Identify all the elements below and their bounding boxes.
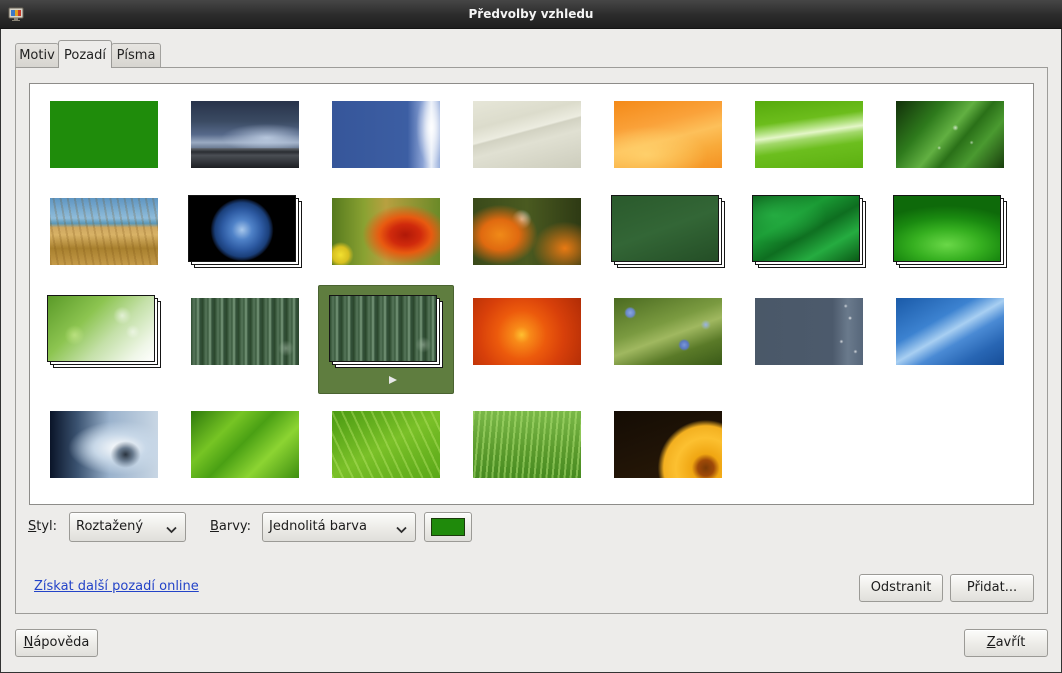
wallpaper-image — [191, 298, 299, 365]
wallpaper-image — [755, 101, 863, 168]
wallpaper-image — [329, 295, 437, 362]
help-button[interactable]: Nápověda — [15, 629, 98, 657]
style-combobox[interactable]: Roztažený — [69, 512, 186, 542]
tab-theme[interactable]: Motiv — [15, 43, 59, 67]
wallpaper-image — [755, 298, 863, 365]
wallpaper-thumbnail[interactable] — [473, 101, 581, 168]
colors-label-text: Barvy: — [210, 519, 252, 534]
get-more-backgrounds-link[interactable]: Získat další pozadí online — [34, 578, 199, 596]
wallpaper-thumbnail[interactable] — [611, 195, 725, 268]
wallpaper-thumbnail[interactable] — [752, 195, 866, 268]
add-button-label: Přidat... — [966, 580, 1018, 595]
wallpaper-thumbnail[interactable] — [896, 298, 1004, 365]
wallpaper-image — [47, 295, 155, 362]
style-label-text: Styl: — [28, 519, 58, 534]
chevron-down-icon — [396, 523, 407, 534]
wallpaper-thumbnail[interactable] — [614, 411, 722, 478]
wallpaper-image — [752, 195, 860, 262]
wallpaper-image — [614, 298, 722, 365]
wallpaper-image — [896, 101, 1004, 168]
wallpaper-thumbnail[interactable] — [473, 298, 581, 365]
wallpaper-image — [614, 101, 722, 168]
wallpaper-image — [473, 298, 581, 365]
wallpaper-thumbnail[interactable] — [188, 195, 302, 268]
wallpaper-thumbnail[interactable] — [896, 101, 1004, 168]
wallpaper-image — [473, 411, 581, 478]
colors-combobox[interactable]: Jednolitá barva — [262, 512, 416, 542]
tab-theme-label: Motiv — [19, 48, 55, 63]
wallpaper-thumbnail[interactable] — [755, 101, 863, 168]
close-button-label: Zavřít — [986, 635, 1026, 650]
close-button[interactable]: Zavřít — [964, 629, 1048, 657]
wallpaper-image — [473, 101, 581, 168]
wallpaper-image — [611, 195, 719, 262]
tab-background-label: Pozadí — [64, 48, 106, 63]
tab-fonts[interactable]: Písma — [111, 43, 161, 67]
wallpaper-thumbnail[interactable] — [893, 195, 1007, 268]
wallpaper-image — [50, 101, 158, 168]
wallpaper-image — [332, 411, 440, 478]
chevron-down-icon — [166, 523, 177, 534]
wallpaper-thumbnail[interactable] — [332, 101, 440, 168]
title-bar[interactable]: Předvolby vzhledu — [0, 0, 1062, 29]
colors-label: Barvy: — [210, 512, 251, 542]
wallpaper-thumbnail[interactable] — [50, 101, 158, 168]
wallpaper-image — [50, 198, 158, 265]
play-icon — [389, 376, 397, 384]
primary-color-button[interactable] — [424, 512, 472, 542]
wallpaper-thumbnail[interactable] — [614, 101, 722, 168]
wallpaper-thumbnail[interactable] — [191, 411, 299, 478]
wallpaper-thumbnail[interactable] — [191, 298, 299, 365]
tab-background[interactable]: Pozadí — [58, 40, 112, 68]
window-title: Předvolby vzhledu — [468, 7, 594, 21]
wallpaper-thumbnail[interactable] — [755, 298, 863, 365]
wallpaper-image — [188, 195, 296, 262]
wallpaper-image — [191, 411, 299, 478]
wallpaper-thumbnail[interactable] — [473, 198, 581, 265]
style-combobox-value: Roztažený — [76, 519, 144, 534]
wallpaper-image — [614, 411, 722, 478]
wallpaper-thumbnail[interactable] — [332, 411, 440, 478]
wallpaper-thumbnail[interactable] — [318, 285, 454, 394]
wallpaper-image — [893, 195, 1001, 262]
wallpaper-image — [896, 298, 1004, 365]
remove-button[interactable]: Odstranit — [859, 574, 943, 602]
help-button-label: Nápověda — [23, 635, 90, 650]
tab-fonts-label: Písma — [116, 48, 156, 63]
remove-button-label: Odstranit — [870, 580, 932, 595]
wallpaper-image — [332, 198, 440, 265]
wallpaper-image — [473, 198, 581, 265]
wallpaper-image — [191, 101, 299, 168]
wallpaper-thumbnail[interactable] — [614, 298, 722, 365]
wallpaper-thumbnail[interactable] — [332, 198, 440, 265]
primary-color-swatch — [431, 518, 465, 536]
wallpaper-thumbnail[interactable] — [191, 101, 299, 168]
wallpaper-thumbnail[interactable] — [47, 295, 161, 368]
wallpaper-image — [50, 411, 158, 478]
wallpaper-thumbnail[interactable] — [50, 411, 158, 478]
wallpaper-thumbnail[interactable] — [473, 411, 581, 478]
wallpaper-image — [332, 101, 440, 168]
wallpaper-thumbnail[interactable] — [50, 198, 158, 265]
colors-combobox-value: Jednolitá barva — [269, 519, 367, 534]
style-label: Styl: — [28, 512, 57, 542]
add-button[interactable]: Přidat... — [950, 574, 1034, 602]
wallpaper-grid[interactable] — [29, 83, 1034, 505]
